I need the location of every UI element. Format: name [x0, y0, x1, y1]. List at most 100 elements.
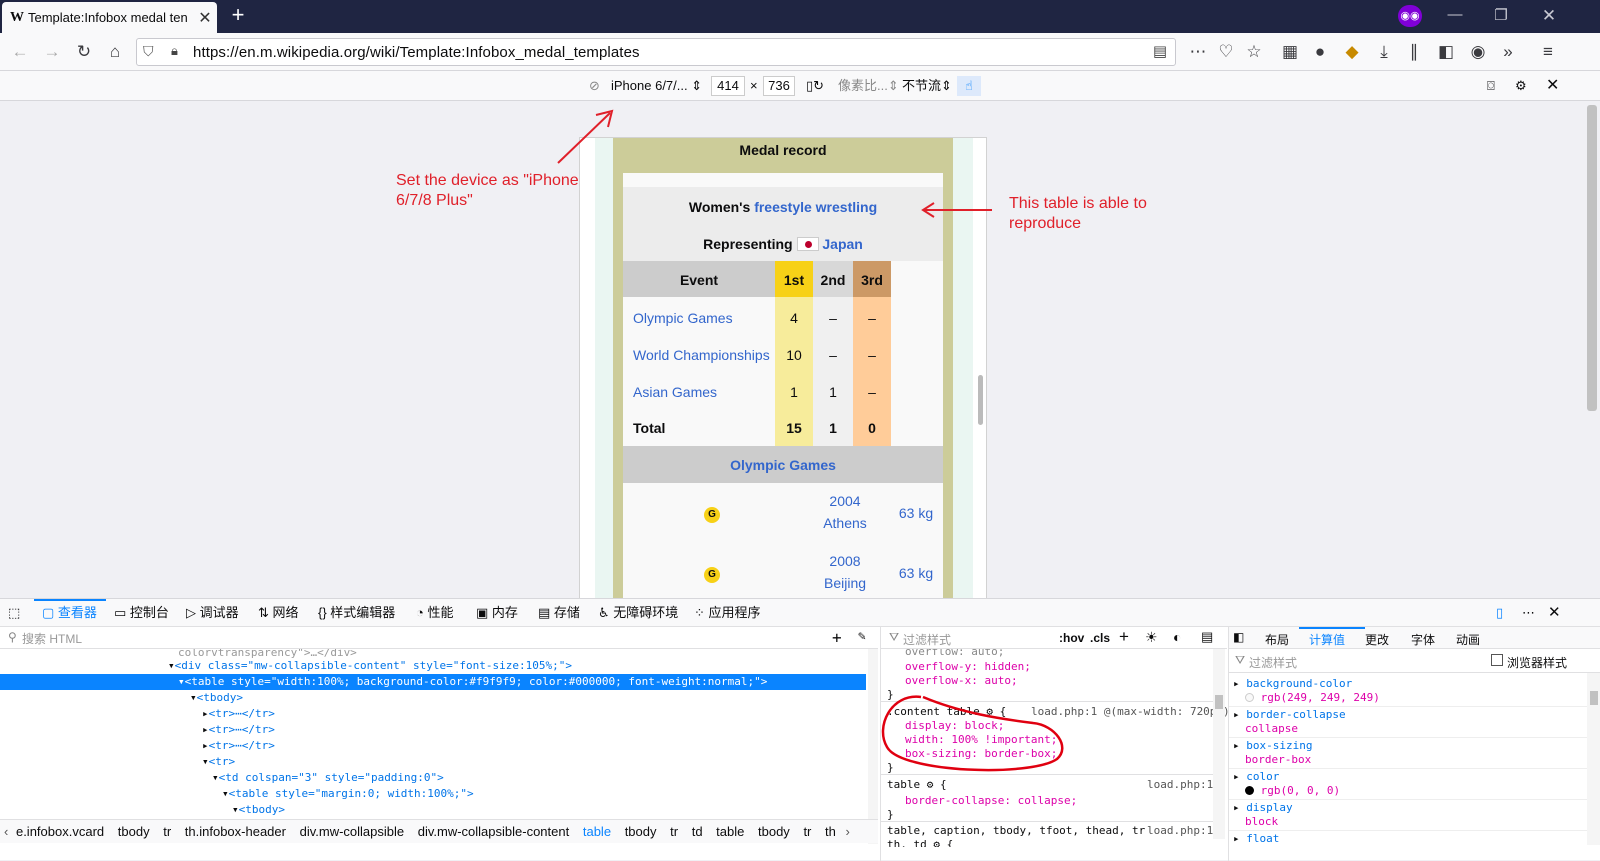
page-scrollbar[interactable]: [1584, 101, 1600, 598]
qr-code-icon[interactable]: ▦: [1278, 41, 1302, 63]
browser-tab[interactable]: W Template:Infobox medal ten ✕: [2, 2, 217, 33]
library-icon[interactable]: ∥: [1402, 41, 1426, 63]
responsive-mode-icon[interactable]: ▯: [1496, 603, 1503, 623]
tab-animations[interactable]: 动画: [1456, 631, 1480, 648]
expand-triangle-icon[interactable]: ▾: [222, 787, 229, 800]
page-actions-icon[interactable]: ⋯: [1186, 41, 1210, 63]
markup-line[interactable]: ▾<td colspan="3" style="padding:0">: [0, 770, 866, 786]
extension-icon[interactable]: ●: [1308, 41, 1332, 63]
markup-line-selected[interactable]: ▾<table style="width:100%; background-co…: [0, 674, 866, 690]
downloads-icon[interactable]: ⤓: [1372, 41, 1396, 63]
new-tab-button[interactable]: +: [226, 4, 250, 28]
add-rule-icon[interactable]: +: [1119, 627, 1129, 647]
rotate-icon[interactable]: ▯↻: [806, 76, 824, 96]
viewport-width-input[interactable]: 414: [711, 76, 745, 96]
html-search-input[interactable]: 搜索 HTML: [22, 630, 82, 647]
tab-layout[interactable]: 布局: [1265, 631, 1289, 648]
markup-scrollbar[interactable]: [868, 649, 878, 844]
breadcrumb-item[interactable]: tbody: [118, 824, 150, 839]
tab-changes[interactable]: 更改: [1365, 631, 1389, 648]
computed-scrollbar-thumb[interactable]: [1590, 691, 1598, 705]
extension-bookmark-icon[interactable]: ◆: [1340, 41, 1364, 63]
tab-fonts[interactable]: 字体: [1411, 631, 1435, 648]
close-rdm-icon[interactable]: ✕: [1546, 76, 1559, 96]
tab-network[interactable]: ⇅ 网络: [258, 603, 299, 623]
window-close-icon[interactable]: ✕: [1538, 6, 1560, 26]
expand-triangle-icon[interactable]: ▾: [212, 771, 219, 784]
markup-line[interactable]: ▾<tbody>: [0, 802, 866, 818]
markup-line[interactable]: ▾<tbody>: [0, 690, 866, 706]
markup-line[interactable]: ▸<tr>⋯</tr>: [0, 722, 866, 738]
markup-line[interactable]: ▸<tr>⋯</tr>: [0, 706, 866, 722]
tab-application[interactable]: ⁘ 应用程序: [694, 603, 761, 623]
device-selector[interactable]: iPhone 6/7/... ⇕: [611, 76, 702, 96]
add-node-icon[interactable]: +: [832, 628, 842, 647]
collapsed-triangle-icon[interactable]: ▸: [1233, 708, 1246, 721]
light-theme-icon[interactable]: ☀: [1145, 629, 1158, 646]
markup-line[interactable]: ▸<tr>⋯</tr>: [0, 738, 866, 754]
reload-icon[interactable]: ↻: [72, 41, 96, 63]
forward-icon[interactable]: →: [40, 41, 64, 63]
expand-triangle-icon[interactable]: ▾: [178, 675, 185, 688]
tab-accessibility[interactable]: ♿︎ 无障碍环境: [598, 603, 678, 623]
collapsed-triangle-icon[interactable]: ▸: [1233, 739, 1246, 752]
viewport-height-input[interactable]: 736: [763, 76, 795, 96]
tab-style-editor[interactable]: {} 样式编辑器: [318, 603, 395, 623]
breadcrumb-item[interactable]: div.mw-collapsible: [300, 824, 405, 839]
close-devtools-icon[interactable]: ✕: [1548, 603, 1561, 623]
settings-gear-icon[interactable]: ⚙: [1515, 76, 1527, 96]
tab-computed[interactable]: 计算值: [1309, 631, 1345, 648]
collapsed-triangle-icon[interactable]: ▸: [1233, 832, 1246, 845]
expand-triangle-icon[interactable]: ▾: [232, 803, 239, 816]
tab-performance[interactable]: ◔ 性能: [416, 603, 453, 623]
reader-view-icon[interactable]: ▤: [1153, 42, 1167, 60]
tab-memory[interactable]: ▣ 内存: [476, 603, 518, 623]
collapsed-triangle-icon[interactable]: ▸: [202, 723, 209, 736]
breadcrumb-item[interactable]: div.mw-collapsible-content: [418, 824, 570, 839]
restore-icon[interactable]: ❐: [1490, 6, 1512, 24]
bookmark-star-icon[interactable]: ☆: [1242, 41, 1266, 63]
tab-inspector[interactable]: ▢ 查看器: [42, 603, 97, 623]
breadcrumb-item[interactable]: tbody: [758, 824, 790, 839]
dpr-selector[interactable]: 像素比...⇕: [838, 76, 899, 96]
computed-property[interactable]: ▸ background-color: [1233, 677, 1352, 691]
rule-selector[interactable]: table, caption, tbody, tfoot, thead, tr,: [887, 824, 1152, 838]
breadcrumb-item-selected[interactable]: table: [583, 824, 611, 839]
expand-triangle-icon[interactable]: ▾: [168, 659, 175, 672]
computed-property[interactable]: ▸ float: [1233, 832, 1279, 846]
rule-line[interactable]: border-collapse: collapse;: [905, 794, 1077, 808]
element-picker-icon[interactable]: ⬚: [8, 603, 20, 623]
browser-styles-checkbox[interactable]: [1491, 654, 1503, 666]
breadcrumb-item[interactable]: tbody: [625, 824, 657, 839]
breadcrumb-right-icon[interactable]: ›: [845, 824, 849, 839]
collapsed-triangle-icon[interactable]: ▸: [202, 739, 209, 752]
tab-debugger[interactable]: ▷ 调试器: [186, 603, 239, 623]
collapsed-triangle-icon[interactable]: ▸: [1233, 801, 1246, 814]
eyedropper-icon[interactable]: ✎: [858, 629, 866, 644]
breadcrumb-item[interactable]: th.infobox-header: [185, 824, 286, 839]
breadcrumb-item[interactable]: tr: [803, 824, 811, 839]
close-tab-icon[interactable]: ✕: [193, 8, 217, 28]
url-text[interactable]: https://en.m.wikipedia.org/wiki/Template…: [193, 44, 640, 61]
collapsed-triangle-icon[interactable]: ▸: [1233, 770, 1246, 783]
expand-triangle-icon[interactable]: ▾: [202, 755, 209, 768]
markup-line[interactable]: ▾<div class="mw-collapsible-content" sty…: [0, 658, 866, 674]
breadcrumb-left-icon[interactable]: ‹: [0, 824, 12, 839]
computed-scrollbar[interactable]: [1587, 673, 1600, 845]
rule-selector[interactable]: th, td ⚙ {: [887, 838, 953, 847]
rules-scrollbar-thumb[interactable]: [1215, 695, 1223, 709]
computed-filter-input[interactable]: 过滤样式: [1249, 654, 1297, 671]
touch-simulation-icon[interactable]: ☝: [957, 76, 981, 96]
computed-property[interactable]: ▸ border-collapse: [1233, 708, 1346, 722]
rule-source[interactable]: load.php:1: [1147, 778, 1213, 792]
breadcrumb-item[interactable]: th: [825, 824, 836, 839]
rule-source[interactable]: load.php:1: [1147, 824, 1214, 838]
breadcrumb-item[interactable]: tr: [670, 824, 678, 839]
rules-scrollbar[interactable]: [1213, 649, 1225, 839]
devtools-menu-icon[interactable]: ⋯: [1522, 603, 1535, 623]
collapsed-triangle-icon[interactable]: ▸: [202, 707, 209, 720]
breadcrumb-item[interactable]: tr: [163, 824, 171, 839]
dark-theme-icon[interactable]: ◐: [1173, 629, 1181, 645]
print-media-icon[interactable]: ▤: [1201, 629, 1213, 645]
sidebar-icon[interactable]: ◧: [1434, 41, 1458, 63]
